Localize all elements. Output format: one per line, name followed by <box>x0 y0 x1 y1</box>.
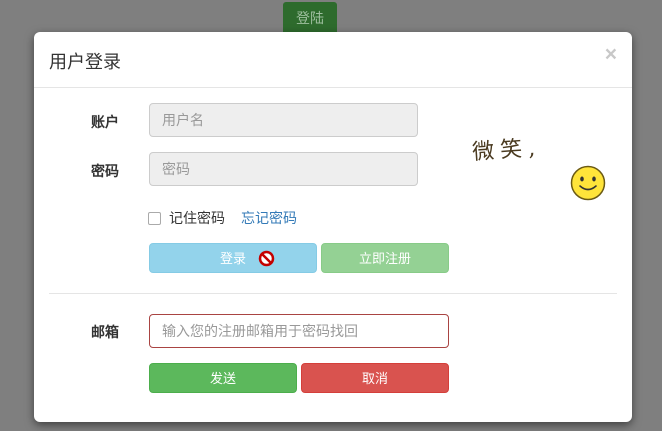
account-label: 账户 <box>91 114 119 130</box>
modal-title: 用户登录 <box>49 52 121 72</box>
email-input[interactable] <box>149 314 449 348</box>
register-button[interactable]: 立即注册 <box>321 243 449 273</box>
username-input[interactable] <box>149 103 418 137</box>
password-input[interactable] <box>149 152 418 186</box>
forgot-password-link[interactable]: 忘记密码 <box>241 208 297 228</box>
modal-header: 用户登录 × <box>34 32 632 88</box>
close-button[interactable]: × <box>605 44 617 65</box>
smiley-icon <box>570 165 606 201</box>
send-button[interactable]: 发送 <box>149 363 297 393</box>
background-login-button[interactable]: 登陆 <box>283 2 337 34</box>
sticker-text: 微笑, <box>471 135 542 166</box>
remember-row: 记住密码 忘记密码 <box>148 208 297 228</box>
smile-sticker: 微笑, <box>471 132 612 204</box>
password-label: 密码 <box>91 163 119 179</box>
login-button[interactable]: 登录 <box>149 243 317 273</box>
login-modal: 用户登录 × 账户 密码 记住密码 忘记密码 登录 立即注册 邮箱 发送 取消 … <box>34 32 632 422</box>
remember-checkbox[interactable] <box>148 211 161 225</box>
email-label: 邮箱 <box>91 324 119 340</box>
not-allowed-icon <box>258 250 275 267</box>
remember-label: 记住密码 <box>169 210 225 226</box>
section-divider <box>49 293 617 294</box>
cancel-button[interactable]: 取消 <box>301 363 449 393</box>
